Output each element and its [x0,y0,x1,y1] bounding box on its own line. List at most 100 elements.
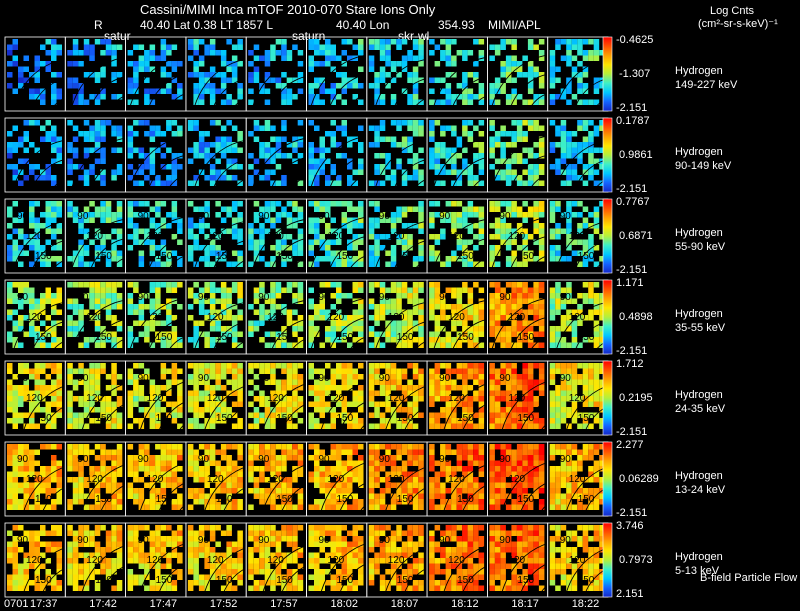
heatmap-cell [275,407,282,413]
contour-label: 120 [86,393,103,404]
heatmap-cell [138,66,145,72]
heatmap-cell [297,72,304,78]
heatmap-cell [40,261,46,267]
heatmap-cell [385,72,391,78]
heatmap-cell [166,315,172,321]
heatmap-cell [264,99,271,105]
heatmap-cell [226,158,232,164]
heatmap-cell [555,331,561,337]
contour-arc [343,91,376,126]
heatmap-cell [347,206,353,212]
heatmap-cell [434,201,441,207]
heatmap-cell [67,256,73,262]
heatmap-cell [330,499,336,505]
heatmap-cell [133,309,139,315]
heatmap-cell [116,147,123,153]
heatmap-cell [588,239,594,245]
heatmap-cell [7,379,13,385]
heatmap-cell [462,88,468,94]
heatmap-cell [56,368,62,374]
heatmap-cell [588,401,594,407]
heatmap-cell [116,250,123,256]
heatmap-cell [336,455,342,461]
heatmap-cell [325,282,331,288]
heatmap-cell [418,374,424,380]
heatmap-cell [347,228,353,234]
heatmap-cell [204,466,210,472]
heatmap-cell [7,234,13,240]
heatmap-cell [555,418,561,424]
heatmap-cell [149,287,156,293]
heatmap-panel: 90120150 [4,198,75,288]
contour-label: 90 [17,373,29,384]
heatmap-cell [533,412,539,418]
heatmap-cell [527,206,534,212]
heatmap-cell [237,164,243,170]
heatmap-cell [314,180,320,186]
heatmap-cell [347,477,353,483]
heatmap-cell [149,282,156,288]
heatmap-cell [473,396,479,402]
heatmap-cell [418,131,424,137]
contour-label: 150 [35,332,52,343]
heatmap-cell [259,444,265,450]
heatmap-cell [319,401,325,407]
heatmap-cell [45,488,51,494]
heatmap-cell [407,287,413,293]
heatmap-cell [538,169,545,175]
heatmap-cell [347,315,353,321]
heatmap-cell [549,401,556,407]
heatmap-cell [100,342,106,348]
heatmap-cell [566,55,572,61]
heatmap-cell [522,368,528,374]
heatmap-cell [292,147,298,153]
heatmap-cell [45,287,51,293]
heatmap-cell [516,379,523,385]
heatmap-panel [125,117,195,207]
heatmap-cell [72,466,79,472]
heatmap-cell [379,180,386,186]
heatmap-cell [7,449,13,455]
heatmap-cell [270,379,276,385]
heatmap-cell [566,88,572,94]
heatmap-cell [445,83,452,89]
heatmap-cell [368,287,375,293]
heatmap-cell [7,72,13,78]
heatmap-cell [566,164,572,170]
heatmap-cell [308,385,314,391]
heatmap-cell [111,401,117,407]
heatmap-cell [489,466,495,472]
heatmap-cell [231,315,238,321]
heatmap-cell [78,466,84,472]
heatmap-cell [40,175,46,181]
heatmap-cell [23,175,29,181]
heatmap-cell [489,164,495,170]
heatmap-cell [275,282,282,288]
heatmap-cell [171,368,178,374]
heatmap-cell [308,477,314,483]
contour-label: 150 [276,251,293,262]
heatmap-cell [336,201,342,207]
heatmap-cell [522,444,528,450]
heatmap-cell [51,460,57,466]
heatmap-cell [374,423,380,429]
heatmap-cell [281,326,287,332]
heatmap-cell [264,261,271,267]
heatmap-cell [259,401,265,407]
heatmap-cell [489,250,495,256]
heatmap-cell [473,153,479,159]
heatmap-cell [407,206,413,212]
heatmap-panel [426,117,497,207]
heatmap-cell [368,282,375,288]
heatmap-cell [451,223,457,229]
heatmap-cell [83,245,90,251]
heatmap-cell [281,212,287,218]
heatmap-cell [215,201,221,207]
heatmap-cell [67,460,73,466]
heatmap-cell [12,385,18,391]
heatmap-cell [198,499,205,505]
heatmap-cell [116,460,123,466]
heatmap-cell [358,304,364,310]
heatmap-cell [259,256,265,262]
heatmap-cell [45,169,51,175]
